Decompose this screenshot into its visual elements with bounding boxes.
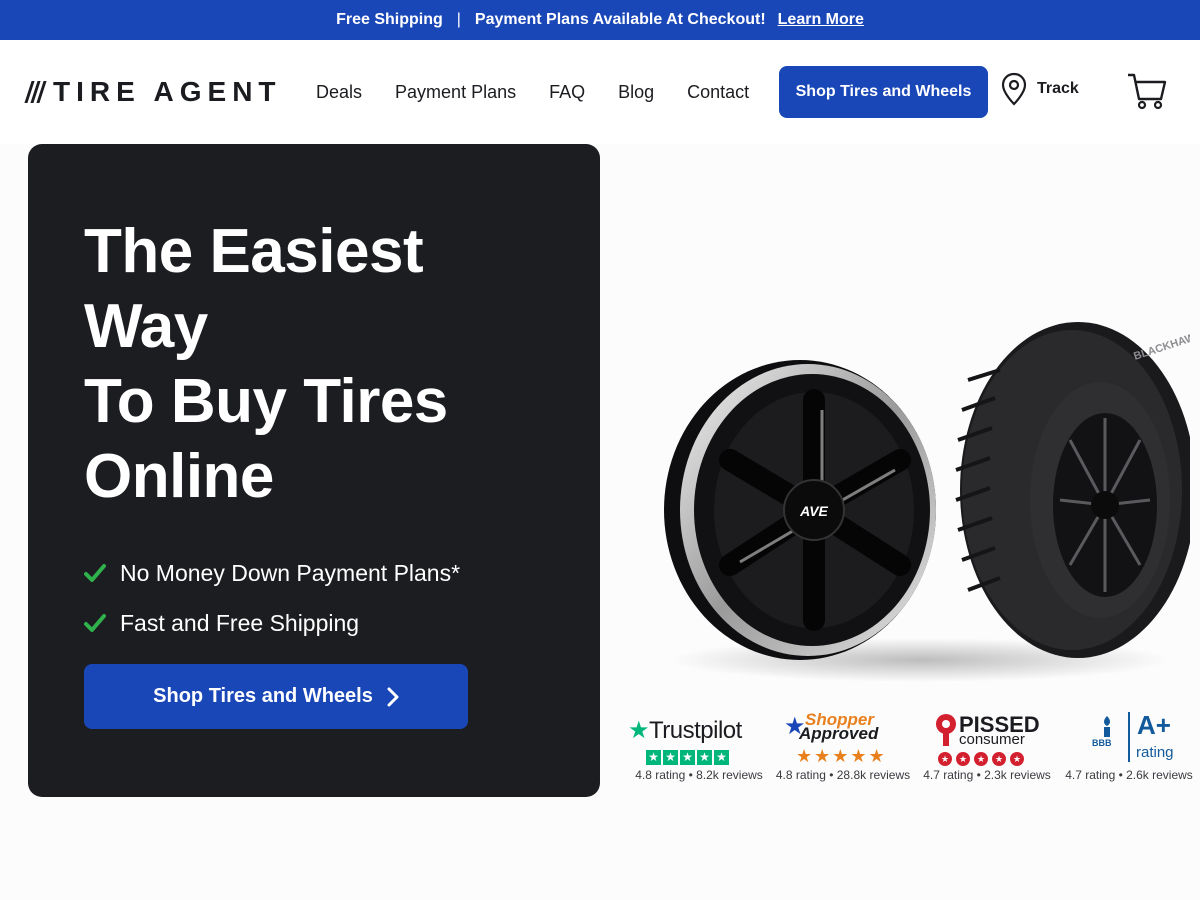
shopper-approved-logo: ★ Shopper Approved ★★★★★: [768, 706, 918, 768]
trustpilot-star-icon: ★: [628, 717, 650, 744]
hero-title-line: Online: [84, 442, 274, 511]
feature-item: Fast and Free Shipping: [84, 598, 460, 648]
hero-title-line: To Buy Tires: [84, 367, 448, 436]
promo-separator: |: [456, 11, 461, 28]
main-nav: Deals Payment Plans FAQ Blog Contact: [316, 82, 749, 103]
tire-brand: BLACKHAWK: [1132, 329, 1190, 363]
trustpilot-rating[interactable]: ★Trustpilot ★ ★ ★ ★ ★ 4.8 rating • 8.2k …: [624, 706, 774, 782]
bbb-meta: 4.7 rating • 2.6k reviews: [1065, 768, 1193, 782]
wheel-and-tire-image: AVE BLACKHAWK: [664, 322, 1190, 682]
star-icon: ★: [992, 752, 1006, 766]
promo-bar: Free Shipping | Payment Plans Available …: [0, 0, 1200, 40]
bbb-grade: A+: [1137, 710, 1171, 740]
shopper-approved-rating[interactable]: ★ Shopper Approved ★★★★★ 4.8 rating • 28…: [768, 706, 918, 782]
trustpilot-name: ★Trustpilot: [628, 717, 742, 744]
star-icon: ★: [974, 752, 988, 766]
hero-title-line: The Easiest: [84, 217, 424, 286]
star-icon: ★: [663, 750, 678, 765]
logo-mark-icon: [24, 81, 47, 103]
header-shop-button[interactable]: Shop Tires and Wheels: [779, 66, 988, 118]
promo-payment: Payment Plans Available At Checkout!: [474, 11, 766, 28]
nav-blog[interactable]: Blog: [618, 82, 654, 103]
feature-item: No Money Down Payment Plans*: [84, 548, 460, 598]
promo-shipping: Free Shipping: [336, 11, 443, 28]
pissed-consumer-name-2: consumer: [959, 731, 1025, 748]
chevron-right-icon: [387, 687, 399, 706]
hero-title: The Easiest Way To Buy Tires Online: [84, 214, 554, 514]
star-icon: ★: [697, 750, 712, 765]
nav-deals[interactable]: Deals: [316, 82, 362, 103]
track-label: Track: [1037, 80, 1079, 97]
bbb-rating[interactable]: BBB A+ rating 4.7 rating • 2.6k reviews: [1054, 706, 1200, 782]
star-icon: ★: [646, 750, 661, 765]
check-icon: [84, 564, 106, 582]
shopper-approved-meta: 4.8 rating • 28.8k reviews: [775, 768, 911, 782]
site-logo[interactable]: TIRE AGENT: [24, 76, 282, 108]
map-pin-icon: [1001, 72, 1027, 106]
track-link[interactable]: Track: [1001, 72, 1079, 106]
trustpilot-stars: ★ ★ ★ ★ ★: [646, 750, 729, 765]
wheel-graphic: AVE: [664, 360, 936, 660]
hero-shop-button-label: Shop Tires and Wheels: [153, 685, 373, 707]
nav-payment-plans[interactable]: Payment Plans: [395, 82, 516, 103]
shopping-cart-icon[interactable]: [1126, 70, 1168, 112]
bbb-label: rating: [1136, 744, 1174, 761]
wheel-brand: AVE: [799, 503, 828, 519]
hero-shop-button[interactable]: Shop Tires and Wheels: [84, 664, 468, 729]
check-icon: [84, 614, 106, 632]
star-icon: ★: [956, 752, 970, 766]
pissed-consumer-rating[interactable]: PISSED consumer ★ ★ ★ ★ ★ 4.7 rating • 2…: [912, 706, 1062, 782]
star-icon: ★: [1010, 752, 1024, 766]
tire-graphic: BLACKHAWK: [955, 322, 1190, 658]
bbb-text: BBB: [1092, 738, 1112, 748]
logo-text: TIRE AGENT: [53, 76, 282, 107]
hero-card: The Easiest Way To Buy Tires Online No M…: [28, 144, 600, 797]
pissed-consumer-logo: PISSED consumer ★ ★ ★ ★ ★: [912, 706, 1062, 768]
pissed-consumer-stars: ★ ★ ★ ★ ★: [938, 752, 1024, 766]
trustpilot-meta: 4.8 rating • 8.2k reviews: [635, 768, 763, 782]
pissed-consumer-mark-icon: [936, 714, 956, 746]
bbb-divider: [1128, 712, 1130, 762]
star-icon: ★: [680, 750, 695, 765]
feature-text: No Money Down Payment Plans*: [120, 559, 461, 586]
star-icon: ★: [938, 752, 952, 766]
shopper-approved-stars: ★★★★★: [796, 746, 887, 766]
shopper-approved-name-2: Approved: [799, 724, 879, 743]
bbb-logo: BBB A+ rating: [1054, 706, 1200, 768]
feature-text: Fast and Free Shipping: [120, 609, 360, 636]
pissed-consumer-meta: 4.7 rating • 2.3k reviews: [923, 768, 1051, 782]
feature-list: No Money Down Payment Plans* Fast and Fr…: [84, 548, 460, 648]
star-icon: ★: [714, 750, 729, 765]
bbb-torch-icon: [1104, 716, 1110, 737]
nav-contact[interactable]: Contact: [687, 82, 749, 103]
learn-more-link[interactable]: Learn More: [778, 11, 864, 29]
nav-faq[interactable]: FAQ: [549, 82, 585, 103]
trustpilot-logo: ★Trustpilot ★ ★ ★ ★ ★: [624, 706, 774, 768]
site-header: TIRE AGENT Deals Payment Plans FAQ Blog …: [0, 40, 1200, 144]
hero-title-line: Way: [84, 292, 208, 361]
review-ratings: ★Trustpilot ★ ★ ★ ★ ★ 4.8 rating • 8.2k …: [620, 706, 1200, 796]
